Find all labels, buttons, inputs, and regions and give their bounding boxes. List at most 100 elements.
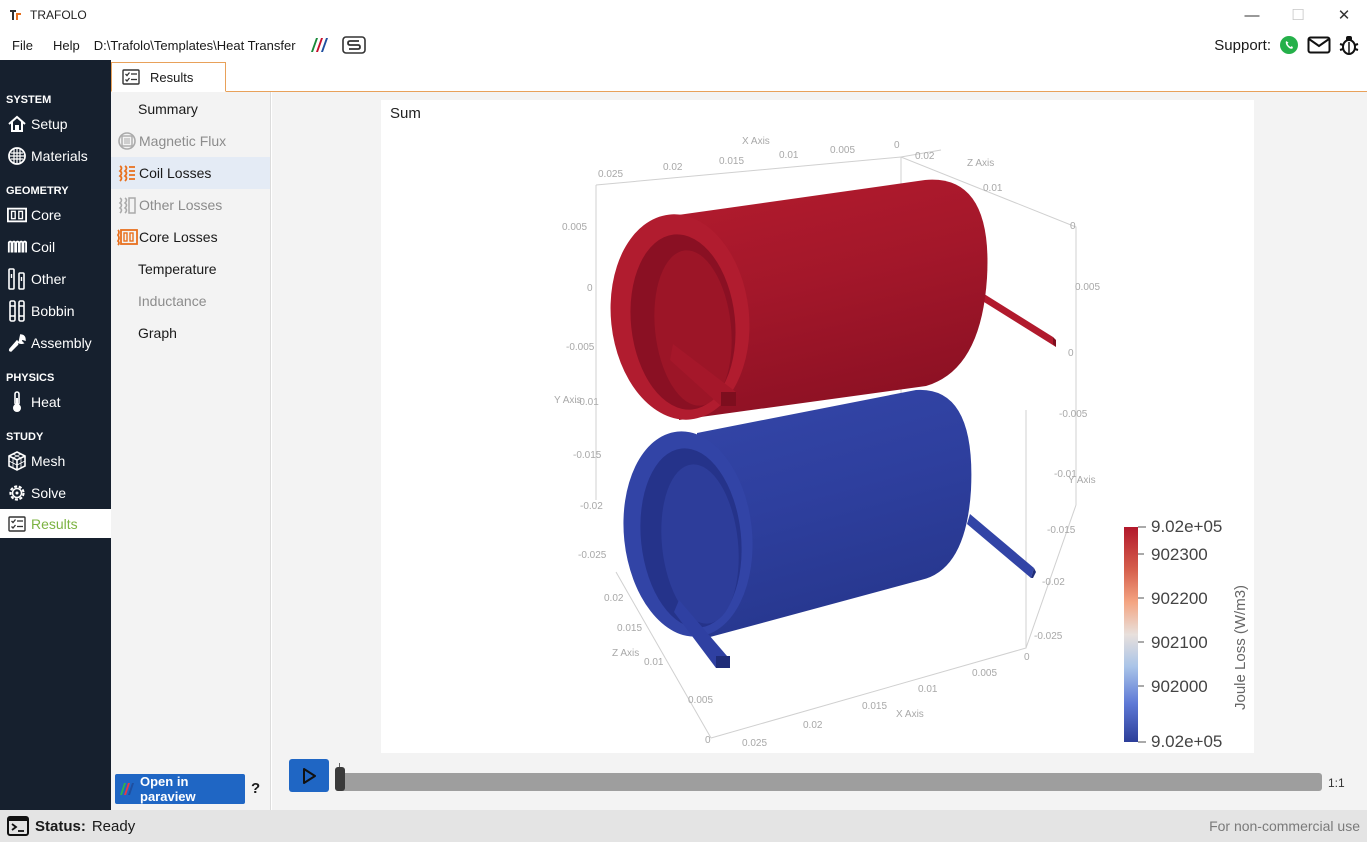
z-top-tick: 0.01 <box>983 183 1003 194</box>
subnav-item-other-losses[interactable]: Other Losses <box>111 189 270 221</box>
z-left-tick: 0.01 <box>644 657 664 668</box>
core-icon <box>7 205 27 225</box>
y-right-tick: -0.02 <box>1042 577 1065 588</box>
maximize-button[interactable]: ☐ <box>1275 0 1321 30</box>
sidebar-item-other[interactable]: Other <box>0 263 111 295</box>
bobbin-icon <box>7 300 27 322</box>
z-top-tick: 0 <box>1070 221 1076 232</box>
colorbar-legend: 9.02e+05 902300 902200 902100 902000 9.0… <box>1124 517 1249 751</box>
x-bottom-tick: 0 <box>1024 652 1030 663</box>
paraview-logo-icon[interactable] <box>308 37 330 53</box>
sidebar-item-assembly[interactable]: Assembly <box>0 327 111 359</box>
sidebar-item-label: Setup <box>31 116 68 132</box>
x-bottom-tick: 0.005 <box>972 668 997 679</box>
sidebar-section-system: SYSTEM <box>6 94 52 106</box>
colorbar-gradient <box>1124 527 1138 742</box>
open-in-paraview-button[interactable]: Open in paraview <box>115 774 245 804</box>
whatsapp-icon[interactable] <box>1279 35 1299 55</box>
menu-help[interactable]: Help <box>47 38 86 53</box>
colorbar-tick: 902300 <box>1151 545 1208 564</box>
x-top-tick: 0.005 <box>830 145 855 156</box>
y-left-tick: -0.02 <box>580 501 603 512</box>
grid-icon <box>7 146 27 166</box>
subnav-item-summary[interactable]: Summary <box>111 92 270 125</box>
sidebar-item-bobbin[interactable]: Bobbin <box>0 295 111 327</box>
timeline-handle[interactable] <box>335 767 345 791</box>
y-right-tick: -0.015 <box>1047 525 1076 536</box>
subnav-item-label: Inductance <box>138 293 207 309</box>
y-left-tick: 0.005 <box>562 222 587 233</box>
y-left-tick: -0.005 <box>566 342 595 353</box>
x-top-tick: 0.025 <box>598 169 623 180</box>
y-right-tick: 0 <box>1068 348 1074 359</box>
x-top-tick: 0.015 <box>719 156 744 167</box>
other-losses-icon <box>116 195 138 215</box>
wrench-icon <box>7 333 27 353</box>
colorbar-title: Joule Loss (W/m3) <box>1232 585 1249 710</box>
sidebar-item-materials[interactable]: Materials <box>0 140 111 172</box>
colorbar-tick: 902100 <box>1151 633 1208 652</box>
tab-results[interactable]: Results <box>111 62 226 92</box>
sidebar-item-heat[interactable]: Heat <box>0 386 111 418</box>
colorbar-tick: 902000 <box>1151 677 1208 696</box>
subnav-item-magnetic-flux[interactable]: Magnetic Flux <box>111 125 270 157</box>
bug-report-icon[interactable] <box>1339 34 1359 56</box>
cube-mesh-icon <box>7 451 27 471</box>
menu-file[interactable]: File <box>6 38 39 53</box>
z-axis-title-left: Z Axis <box>612 648 639 659</box>
other-icon <box>7 268 27 290</box>
y-right-tick: -0.025 <box>1034 631 1063 642</box>
support-area: Support: <box>1214 30 1359 60</box>
x-top-tick: 0.02 <box>663 162 683 173</box>
checklist-icon <box>122 69 140 85</box>
z-left-tick: 0.005 <box>688 695 713 706</box>
x-top-tick: 0 <box>894 140 900 151</box>
y-right-tick: -0.005 <box>1059 409 1088 420</box>
play-button[interactable] <box>289 759 329 792</box>
sidebar-item-label: Solve <box>31 485 67 501</box>
coil-bottom-blue[interactable] <box>614 389 1036 668</box>
tab-results-label: Results <box>150 69 194 85</box>
sidebar-item-solve[interactable]: Solve <box>0 477 111 509</box>
subnav-item-temperature[interactable]: Temperature <box>111 253 270 285</box>
subnav-item-label: Coil Losses <box>139 165 212 181</box>
sidebar-item-label: Bobbin <box>31 303 75 319</box>
x-axis-title-bottom: X Axis <box>896 709 924 720</box>
y-axis-title-right: Y Axis <box>1068 475 1096 486</box>
sidebar-item-label: Mesh <box>31 453 66 469</box>
core-losses-icon <box>116 227 138 247</box>
sidebar: SYSTEM Setup Materials GEOMETRY Core Coi <box>0 91 111 810</box>
timeline-slider[interactable] <box>335 773 1322 791</box>
minimize-button[interactable]: — <box>1229 0 1275 30</box>
mail-icon[interactable] <box>1307 36 1331 54</box>
sidebar-item-label: Core <box>31 207 62 223</box>
z-axis-title-top: Z Axis <box>967 158 994 169</box>
z-left-tick: 0 <box>705 735 711 746</box>
render-canvas[interactable]: X Axis 0.025 0.02 0.015 0.01 0.005 0 Z A… <box>381 100 1254 753</box>
terminal-icon[interactable] <box>7 816 29 836</box>
project-path: D:\Trafolo\Templates\Heat Transfer <box>93 37 296 53</box>
window-controls: — ☐ ✕ <box>1229 0 1367 30</box>
results-view-area: Sum X Axis 0.025 0.02 0.015 0.01 0.005 0… <box>272 92 1367 810</box>
subnav-item-core-losses[interactable]: Core Losses <box>111 221 270 253</box>
subnav-item-coil-losses[interactable]: Coil Losses <box>111 157 270 189</box>
title-bar: TRAFOLO — ☐ ✕ <box>0 0 1367 30</box>
z-left-tick: 0.02 <box>604 593 624 604</box>
subnav-item-graph[interactable]: Graph <box>111 317 270 349</box>
close-button[interactable]: ✕ <box>1321 0 1367 30</box>
sidebar-item-core[interactable]: Core <box>0 199 111 231</box>
support-label: Support: <box>1214 36 1271 54</box>
y-left-tick: -0.01 <box>576 397 599 408</box>
help-button[interactable]: ? <box>251 780 260 797</box>
colorbar-tick: 902200 <box>1151 589 1208 608</box>
sidebar-item-setup[interactable]: Setup <box>0 108 111 140</box>
thermometer-icon <box>7 391 27 412</box>
3d-render-view[interactable]: Sum X Axis 0.025 0.02 0.015 0.01 0.005 0… <box>381 100 1254 753</box>
sidebar-item-mesh[interactable]: Mesh <box>0 445 111 477</box>
simulation-logo-icon[interactable] <box>341 36 366 54</box>
colorbar-min-label: 9.02e+05 <box>1151 732 1222 751</box>
coil-top-red[interactable] <box>601 179 1056 427</box>
sidebar-item-coil[interactable]: Coil <box>0 231 111 263</box>
sidebar-item-results[interactable]: Results <box>0 509 111 538</box>
subnav-item-inductance[interactable]: Inductance <box>111 285 270 317</box>
